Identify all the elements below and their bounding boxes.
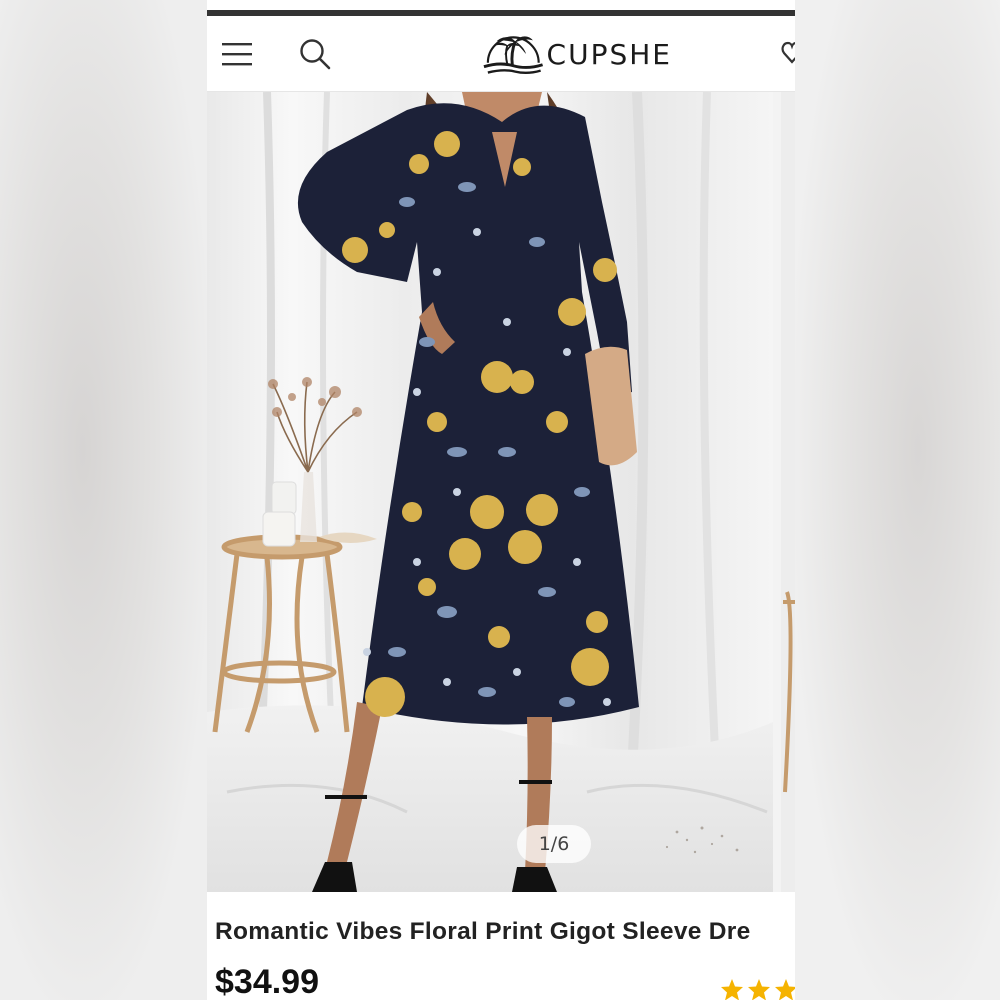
- image-counter: 1/6: [517, 825, 591, 863]
- search-icon[interactable]: [299, 38, 331, 70]
- star-icon: [748, 979, 770, 1000]
- product-photo[interactable]: [207, 92, 773, 892]
- next-slide-peek[interactable]: [781, 92, 795, 892]
- brand-name: CUPSHE: [546, 37, 672, 71]
- menu-icon[interactable]: [222, 41, 252, 67]
- app-header: CUPSHE: [207, 16, 795, 92]
- rating-stars[interactable]: [720, 978, 795, 1000]
- phone-screen: CUPSHE 1/6 Romantic Vibes Floral Print G…: [207, 0, 795, 1000]
- background-right-blur: [795, 0, 1000, 1000]
- heart-icon[interactable]: [781, 40, 795, 66]
- product-title: Romantic Vibes Floral Print Gigot Sleeve…: [215, 918, 751, 945]
- palm-logo-icon: [483, 36, 544, 75]
- brand-logo[interactable]: CUPSHE: [482, 28, 672, 80]
- product-price: $34.99: [215, 963, 319, 1000]
- star-icon: [775, 979, 795, 1000]
- product-image-gallery[interactable]: 1/6: [207, 92, 795, 892]
- star-icon: [721, 979, 743, 1000]
- background-left-blur: [0, 0, 207, 1000]
